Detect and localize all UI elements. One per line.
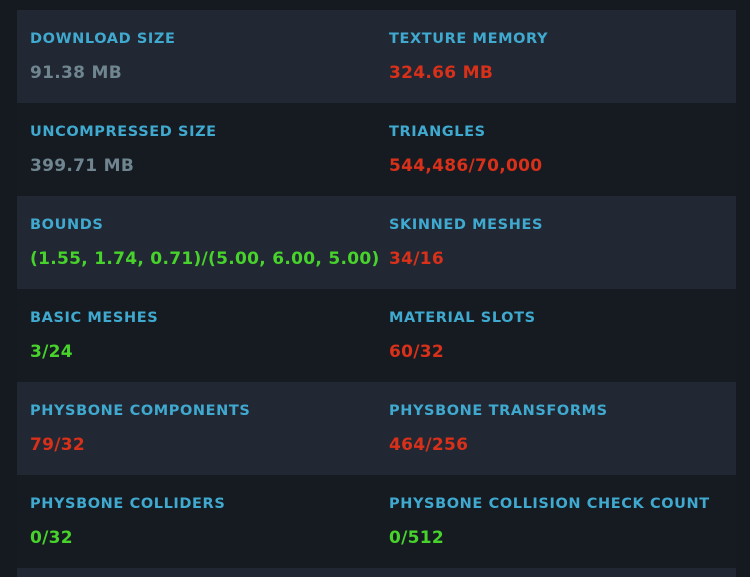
stat-skinned-meshes: SKINNED MESHES 34/16 bbox=[376, 196, 736, 289]
stat-physbone-transforms: PHYSBONE TRANSFORMS 464/256 bbox=[376, 382, 736, 475]
stat-label: MATERIAL SLOTS bbox=[389, 310, 536, 326]
stat-label: PHYSBONE COMPONENTS bbox=[30, 403, 251, 419]
stat-label: DOWNLOAD SIZE bbox=[30, 31, 176, 47]
stat-label: SKINNED MESHES bbox=[389, 217, 543, 233]
stat-value: 324.66 MB bbox=[389, 63, 494, 83]
stat-value: 79/32 bbox=[30, 435, 86, 455]
stat-value: 399.71 MB bbox=[30, 156, 135, 176]
stat-label: UNCOMPRESSED SIZE bbox=[30, 124, 217, 140]
stat-label: TRIANGLES bbox=[389, 124, 486, 140]
stat-label: BOUNDS bbox=[30, 217, 104, 233]
stat-label: PHYSBONE COLLISION CHECK COUNT bbox=[389, 496, 710, 512]
stat-value: 0/512 bbox=[389, 528, 445, 548]
stats-row-uncompressed-triangles: UNCOMPRESSED SIZE 399.71 MB TRIANGLES 54… bbox=[17, 103, 736, 196]
stat-value: 3/24 bbox=[30, 342, 73, 362]
stat-material-slots: MATERIAL SLOTS 60/32 bbox=[376, 289, 736, 382]
stat-physbone-colliders: PHYSBONE COLLIDERS 0/32 bbox=[17, 475, 376, 568]
stat-texture-memory: TEXTURE MEMORY 324.66 MB bbox=[376, 10, 736, 103]
stat-basic-meshes: BASIC MESHES 3/24 bbox=[17, 289, 376, 382]
stat-value: 34/16 bbox=[389, 249, 445, 269]
stat-value: 544,486/70,000 bbox=[389, 156, 543, 176]
stat-download-size: DOWNLOAD SIZE 91.38 MB bbox=[17, 10, 376, 103]
stat-physbone-collision-check-count: PHYSBONE COLLISION CHECK COUNT 0/512 bbox=[376, 475, 736, 568]
stat-label: PHYSBONE TRANSFORMS bbox=[389, 403, 608, 419]
stat-value: 464/256 bbox=[389, 435, 469, 455]
stat-value: (1.55, 1.74, 0.71)/(5.00, 6.00, 5.00) bbox=[30, 249, 380, 269]
stats-row-physbone-colliders-checks: PHYSBONE COLLIDERS 0/32 PHYSBONE COLLISI… bbox=[17, 475, 736, 568]
stat-physbone-components: PHYSBONE COMPONENTS 79/32 bbox=[17, 382, 376, 475]
stat-label: BASIC MESHES bbox=[30, 310, 159, 326]
stat-triangles: TRIANGLES 544,486/70,000 bbox=[376, 103, 736, 196]
stat-bounds: BOUNDS (1.55, 1.74, 0.71)/(5.00, 6.00, 5… bbox=[17, 196, 379, 289]
stat-value: 91.38 MB bbox=[30, 63, 122, 83]
stat-label: TEXTURE MEMORY bbox=[389, 31, 549, 47]
stat-value: 60/32 bbox=[389, 342, 445, 362]
stat-value: 0/32 bbox=[30, 528, 73, 548]
stats-row-physbone-components-transforms: PHYSBONE COMPONENTS 79/32 PHYSBONE TRANS… bbox=[17, 382, 736, 475]
stats-row-download-texture: DOWNLOAD SIZE 91.38 MB TEXTURE MEMORY 32… bbox=[17, 10, 736, 103]
performance-stats-panel: DOWNLOAD SIZE 91.38 MB TEXTURE MEMORY 32… bbox=[17, 10, 736, 568]
stats-row-bounds-skinned: BOUNDS (1.55, 1.74, 0.71)/(5.00, 6.00, 5… bbox=[17, 196, 736, 289]
stat-label: PHYSBONE COLLIDERS bbox=[30, 496, 226, 512]
stats-row-basic-material: BASIC MESHES 3/24 MATERIAL SLOTS 60/32 bbox=[17, 289, 736, 382]
stat-uncompressed-size: UNCOMPRESSED SIZE 399.71 MB bbox=[17, 103, 376, 196]
stats-row-partial bbox=[17, 568, 736, 577]
